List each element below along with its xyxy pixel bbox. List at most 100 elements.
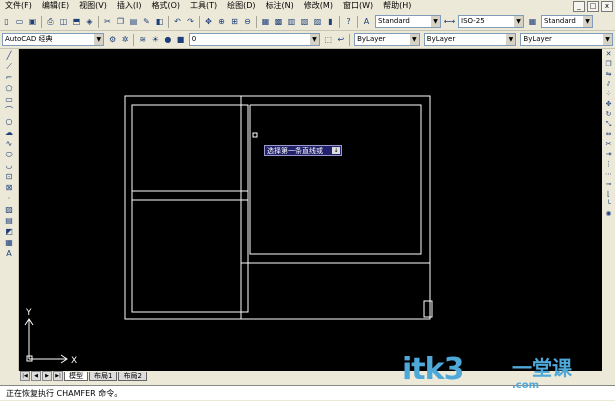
arc-icon[interactable]: ⌒ bbox=[2, 105, 16, 115]
text-style-select[interactable]: Standard ▼ bbox=[375, 15, 441, 28]
design-center-icon[interactable]: ▩ bbox=[273, 16, 284, 27]
drawing-canvas[interactable]: Y X bbox=[19, 49, 602, 371]
menu-file[interactable]: 文件(F) bbox=[0, 0, 37, 12]
markup-icon[interactable]: ▨ bbox=[312, 16, 323, 27]
layer-select[interactable]: 0 ▼ bbox=[188, 33, 320, 46]
circle-icon[interactable]: ○ bbox=[2, 116, 16, 126]
tab-layout2[interactable]: 布局2 bbox=[118, 371, 147, 381]
table-icon[interactable]: ▦ bbox=[2, 237, 16, 247]
polygon-icon[interactable]: ⬠ bbox=[2, 83, 16, 93]
publish-icon[interactable]: ⬒ bbox=[71, 16, 82, 27]
text-style-icon[interactable]: A bbox=[361, 16, 372, 27]
spline-icon[interactable]: ∿ bbox=[2, 138, 16, 148]
menu-edit[interactable]: 编辑(E) bbox=[37, 0, 74, 12]
break-point-icon[interactable]: ⋮ bbox=[604, 160, 614, 169]
next-tab-icon[interactable]: ▶ bbox=[42, 371, 52, 381]
outer-wall-line[interactable] bbox=[124, 95, 431, 320]
offset-icon[interactable]: ⫽ bbox=[604, 80, 614, 89]
zoom-window-icon[interactable]: ⊞ bbox=[229, 16, 240, 27]
polyline-icon[interactable]: ⌐ bbox=[2, 72, 16, 82]
undo-icon[interactable]: ↶ bbox=[172, 16, 183, 27]
join-icon[interactable]: ⊸ bbox=[604, 180, 614, 189]
door-outline[interactable] bbox=[423, 300, 433, 318]
zoom-previous-icon[interactable]: ⊖ bbox=[242, 16, 253, 27]
copy-object-icon[interactable]: ❐ bbox=[604, 60, 614, 69]
menu-window[interactable]: 窗口(W) bbox=[338, 0, 378, 12]
erase-icon[interactable]: ✕ bbox=[604, 50, 614, 59]
menu-view[interactable]: 视图(V) bbox=[74, 0, 112, 12]
region-icon[interactable]: ◩ bbox=[2, 226, 16, 236]
cut-icon[interactable]: ✂ bbox=[102, 16, 113, 27]
insert-block-icon[interactable]: ⊡ bbox=[2, 171, 16, 181]
menu-format[interactable]: 格式(O) bbox=[146, 0, 185, 12]
sun-icon[interactable]: ● bbox=[163, 34, 174, 45]
extend-icon[interactable]: ⇥ bbox=[604, 150, 614, 159]
menu-insert[interactable]: 插入(I) bbox=[112, 0, 147, 12]
minimize-button[interactable]: _ bbox=[573, 1, 585, 12]
array-icon[interactable]: ⁘ bbox=[604, 90, 614, 99]
preview-icon[interactable]: ◫ bbox=[58, 16, 69, 27]
hatch-icon[interactable]: ▨ bbox=[2, 204, 16, 214]
dim-style-select[interactable]: ISO-25 ▼ bbox=[458, 15, 524, 28]
properties-icon[interactable]: ▦ bbox=[260, 16, 271, 27]
layer-manager-icon[interactable]: ≋ bbox=[137, 34, 148, 45]
copy-icon[interactable]: ❐ bbox=[115, 16, 126, 27]
table-style-select[interactable]: Standard ▼ bbox=[541, 15, 593, 28]
chamfer-icon[interactable]: ⌊ bbox=[604, 190, 614, 199]
calculator-icon[interactable]: ▮ bbox=[325, 16, 336, 27]
mtext-icon[interactable]: A bbox=[2, 248, 16, 258]
gear-icon[interactable]: ✲ bbox=[120, 34, 131, 45]
dim-style-icon[interactable]: ⟷ bbox=[444, 16, 455, 27]
sheet-set-icon[interactable]: ▧ bbox=[299, 16, 310, 27]
move-icon[interactable]: ✥ bbox=[604, 100, 614, 109]
save-icon[interactable]: ▣ bbox=[27, 16, 38, 27]
explode-icon[interactable]: ✺ bbox=[604, 210, 614, 219]
break-icon[interactable]: ⋯ bbox=[604, 170, 614, 179]
prev-tab-icon[interactable]: ◀ bbox=[31, 371, 41, 381]
construction-line-icon[interactable]: ⟋ bbox=[2, 61, 16, 71]
workspace-settings-icon[interactable]: ⚙ bbox=[107, 34, 118, 45]
color-select[interactable]: ByLayer ▼ bbox=[354, 33, 420, 46]
menu-dimension[interactable]: 标注(N) bbox=[261, 0, 299, 12]
mirror-icon[interactable]: ⇋ bbox=[604, 70, 614, 79]
lineweight-select[interactable]: ByLayer ▼ bbox=[520, 33, 614, 46]
tool-palettes-icon[interactable]: ▥ bbox=[286, 16, 297, 27]
3d-dwf-icon[interactable]: ◈ bbox=[84, 16, 95, 27]
lock-icon[interactable]: ■ bbox=[175, 34, 186, 45]
workspace-select[interactable]: AutoCAD 经典 ▼ bbox=[2, 33, 105, 46]
paste-icon[interactable]: ▤ bbox=[128, 16, 139, 27]
ellipse-icon[interactable]: ⬭ bbox=[2, 149, 16, 159]
menu-modify[interactable]: 修改(M) bbox=[299, 0, 338, 12]
menu-help[interactable]: 帮助(H) bbox=[378, 0, 416, 12]
gradient-icon[interactable]: ▤ bbox=[2, 215, 16, 225]
inner-wall-line[interactable] bbox=[240, 96, 430, 264]
new-icon[interactable]: ▯ bbox=[1, 16, 12, 27]
redo-icon[interactable]: ↷ bbox=[185, 16, 196, 27]
rotate-icon[interactable]: ↻ bbox=[604, 110, 614, 119]
make-current-icon[interactable]: ⬚ bbox=[323, 34, 334, 45]
pan-icon[interactable]: ✥ bbox=[203, 16, 214, 27]
first-tab-icon[interactable]: |◀ bbox=[20, 371, 30, 381]
ellipse-arc-icon[interactable]: ◡ bbox=[2, 160, 16, 170]
table-style-icon[interactable]: ▦ bbox=[527, 16, 538, 27]
open-icon[interactable]: ▭ bbox=[14, 16, 25, 27]
make-block-icon[interactable]: ⊠ bbox=[2, 182, 16, 192]
scale-icon[interactable]: ⤡ bbox=[604, 120, 614, 129]
cabinet-outline[interactable] bbox=[131, 104, 249, 313]
match-properties-icon[interactable]: ✎ bbox=[141, 16, 152, 27]
lightbulb-icon[interactable]: ☀ bbox=[150, 34, 161, 45]
line-icon[interactable]: ╱ bbox=[2, 50, 16, 60]
close-button[interactable]: x bbox=[601, 1, 613, 12]
linetype-select[interactable]: ByLayer ▼ bbox=[423, 33, 517, 46]
plot-icon[interactable]: ⎙ bbox=[45, 16, 56, 27]
revision-cloud-icon[interactable]: ☁ bbox=[2, 127, 16, 137]
last-tab-icon[interactable]: ▶| bbox=[53, 371, 63, 381]
help-icon[interactable]: ? bbox=[343, 16, 354, 27]
point-icon[interactable]: · bbox=[2, 193, 16, 203]
rectangle-icon[interactable]: ▭ bbox=[2, 94, 16, 104]
tab-layout1[interactable]: 布局1 bbox=[89, 371, 118, 381]
restore-button[interactable]: □ bbox=[587, 1, 599, 12]
down-arrow-icon[interactable]: ↓ bbox=[332, 147, 340, 154]
menu-tools[interactable]: 工具(T) bbox=[185, 0, 222, 12]
tab-model[interactable]: 模型 bbox=[64, 371, 88, 381]
